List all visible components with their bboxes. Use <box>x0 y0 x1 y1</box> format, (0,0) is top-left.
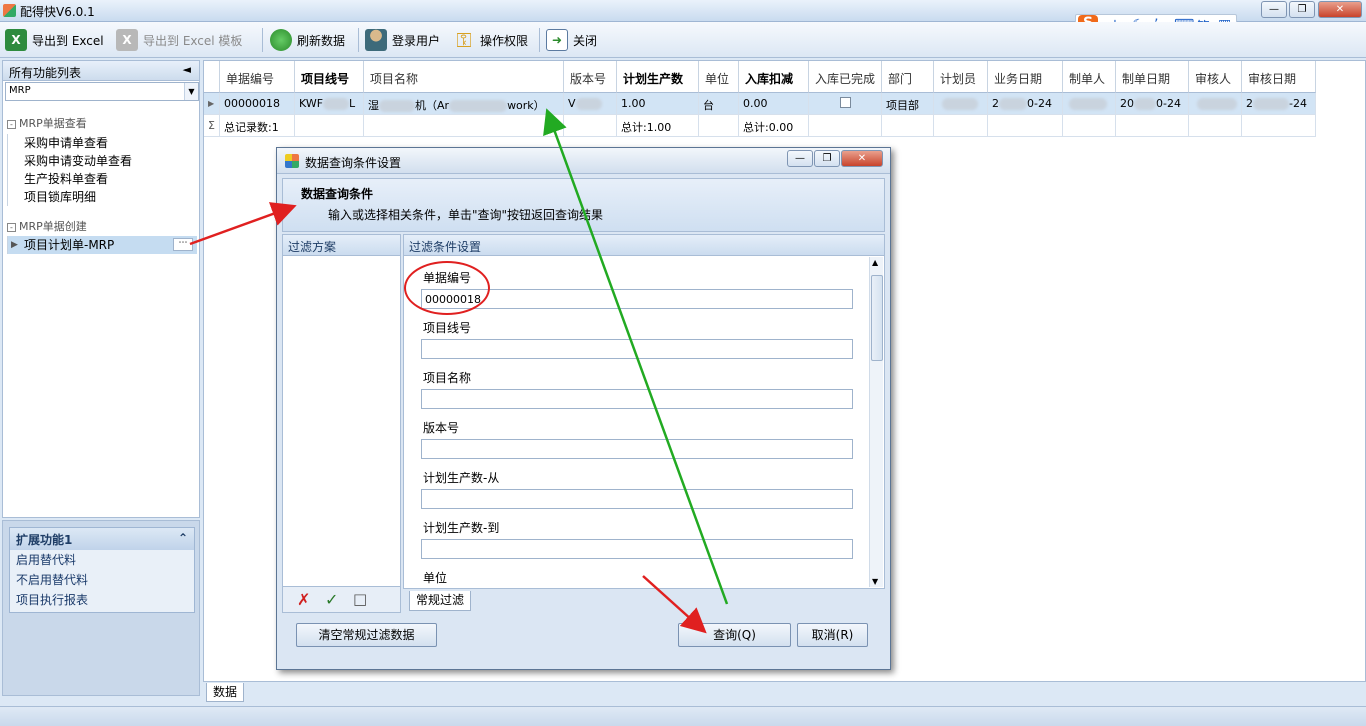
green-arrow-to-row <box>543 108 729 605</box>
red-arrow-to-query <box>642 575 707 634</box>
annotation-layer <box>189 108 729 634</box>
red-arrow-to-dialog <box>189 202 297 246</box>
